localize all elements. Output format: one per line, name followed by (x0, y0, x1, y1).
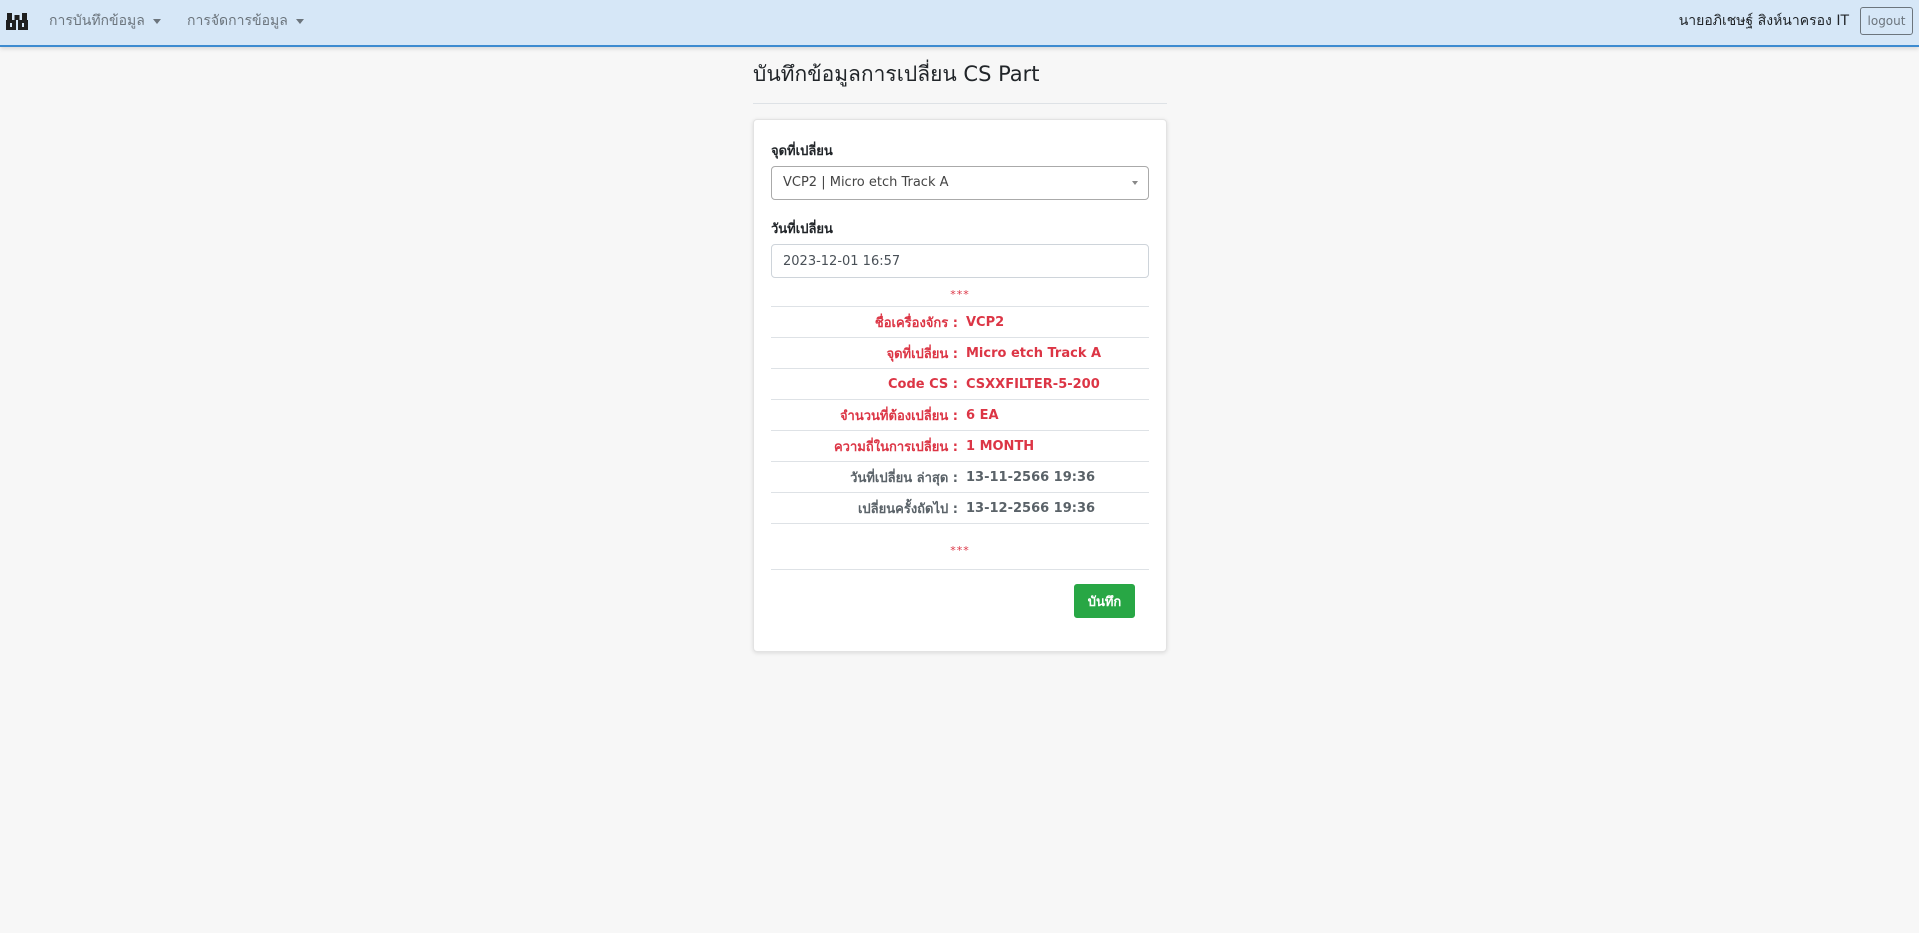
point-label: จุดที่เปลี่ยน (771, 144, 833, 159)
point-select-value: VCP2 | Micro etch Track A (783, 175, 949, 190)
info-table: ชื่อเครื่องจักร : VCP2 จุดที่เปลี่ยน : M… (771, 306, 1149, 524)
info-row-point: จุดที่เปลี่ยน : Micro etch Track A (771, 337, 1149, 369)
title-divider (753, 103, 1167, 104)
info-key: จำนวนที่ต้องเปลี่ยน : (771, 399, 966, 431)
dropdown-arrow-icon (1132, 181, 1138, 185)
info-key: วันที่เปลี่ยน ล่าสุด : (771, 461, 966, 493)
info-value: 13-11-2566 19:36 (966, 461, 1149, 493)
boxes-logo-icon[interactable] (5, 11, 29, 31)
stars-bottom: *** (950, 544, 970, 557)
nav-menu-record-label: การบันทึกข้อมูล (49, 13, 145, 29)
page-title: บันทึกข้อมูลการเปลี่ยน CS Part (753, 62, 1040, 86)
info-value: CSXXFILTER-5-200 (966, 368, 1149, 400)
caret-down-icon (295, 18, 304, 24)
info-value: Micro etch Track A (966, 337, 1149, 369)
nav-menu-record[interactable]: การบันทึกข้อมูล (49, 0, 161, 45)
caret-down-icon (152, 18, 161, 24)
info-row-next-change: เปลี่ยนครั้งถัดไป : 13-12-2566 19:36 (771, 492, 1149, 524)
info-key: เปลี่ยนครั้งถัดไป : (771, 492, 966, 524)
nav-menu-manage[interactable]: การจัดการข้อมูล (187, 0, 304, 45)
user-name: นายอภิเชษฐ์ สิงห์นาครอง IT (1678, 13, 1849, 29)
date-input[interactable] (771, 244, 1149, 278)
info-row-code: Code CS : CSXXFILTER-5-200 (771, 368, 1149, 400)
info-key: ชื่อเครื่องจักร : (771, 306, 966, 338)
info-value: 13-12-2566 19:36 (966, 492, 1149, 524)
info-row-machine: ชื่อเครื่องจักร : VCP2 (771, 306, 1149, 338)
info-key: Code CS : (771, 368, 966, 400)
info-key: ความถี่ในการเปลี่ยน : (771, 430, 966, 462)
form-card: จุดที่เปลี่ยน VCP2 | Micro etch Track A … (753, 119, 1167, 652)
stars-top: *** (950, 288, 970, 301)
info-value: 1 MONTH (966, 430, 1149, 462)
info-value: VCP2 (966, 306, 1149, 338)
top-navbar: การบันทึกข้อมูล การจัดการข้อมูล นายอภิเช… (0, 0, 1919, 47)
logout-button[interactable]: logout (1860, 7, 1913, 35)
info-row-last-change: วันที่เปลี่ยน ล่าสุด : 13-11-2566 19:36 (771, 461, 1149, 493)
save-button[interactable]: บันทึก (1074, 584, 1135, 618)
form-divider (771, 569, 1149, 570)
info-value: 6 EA (966, 399, 1149, 431)
nav-menu-manage-label: การจัดการข้อมูล (187, 13, 288, 29)
date-label: วันที่เปลี่ยน (771, 222, 833, 237)
info-key: จุดที่เปลี่ยน : (771, 337, 966, 369)
info-row-frequency: ความถี่ในการเปลี่ยน : 1 MONTH (771, 430, 1149, 462)
info-row-quantity: จำนวนที่ต้องเปลี่ยน : 6 EA (771, 399, 1149, 431)
point-select[interactable]: VCP2 | Micro etch Track A (771, 166, 1149, 200)
